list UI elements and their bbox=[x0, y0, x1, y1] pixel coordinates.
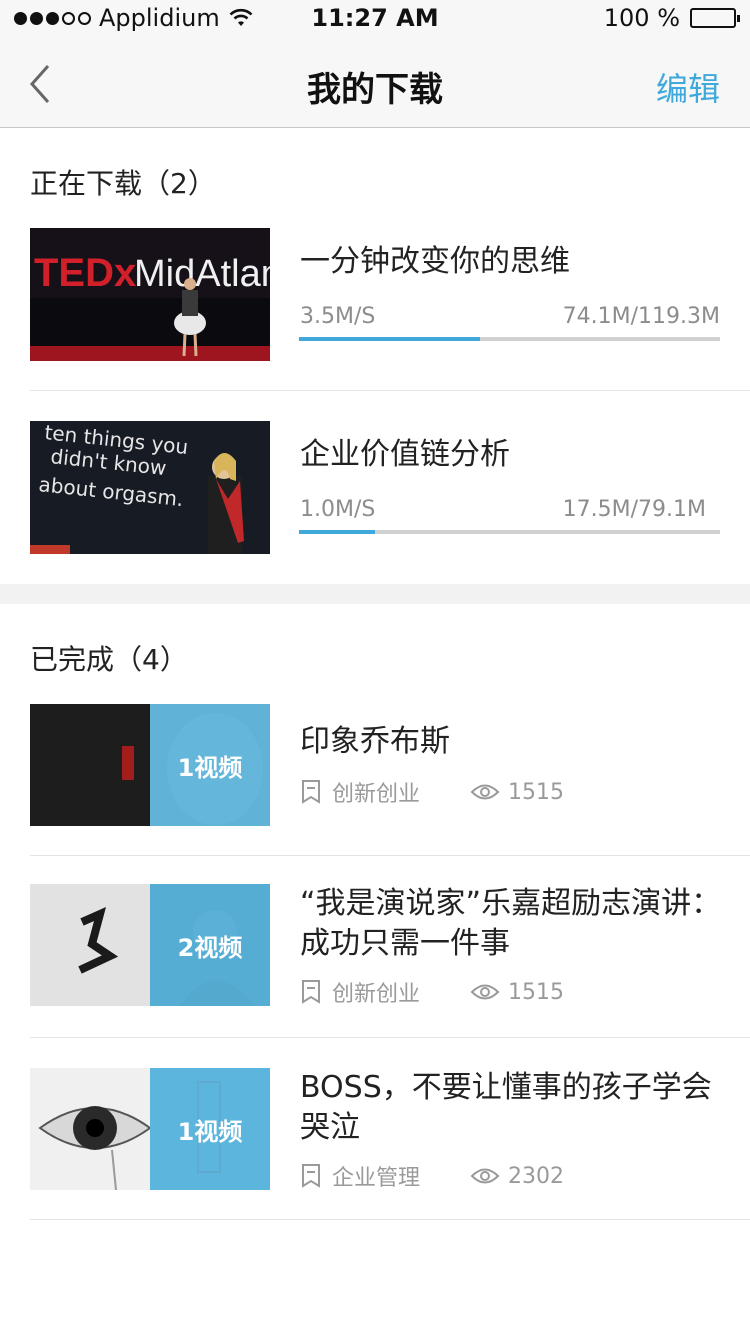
downloading-section-title: 正在下载（2） bbox=[30, 167, 216, 200]
status-right: 100 % bbox=[603, 4, 740, 32]
download-size: 74.1M/119.3M bbox=[562, 304, 720, 329]
course-meta: 创新创业 1515 bbox=[300, 976, 564, 1008]
section-separator bbox=[0, 584, 750, 604]
course-title: 印象乔布斯 bbox=[300, 724, 450, 759]
status-bar: Applidium 11:27 AM 100 % bbox=[0, 0, 750, 40]
divider bbox=[30, 390, 750, 391]
eye-icon bbox=[470, 784, 500, 800]
download-title: 企业价值链分析 bbox=[300, 437, 510, 472]
course-title: “我是演说家”乐嘉超励志演讲：成功只需一件事 bbox=[300, 886, 722, 961]
view-count-value: 1515 bbox=[508, 979, 565, 1005]
view-count-value: 2302 bbox=[508, 1163, 565, 1189]
completed-section-title: 已完成（4） bbox=[30, 643, 188, 676]
battery-percent: 100 % bbox=[603, 4, 680, 32]
divider bbox=[30, 855, 750, 856]
download-speed: 1.0M/S bbox=[300, 497, 376, 522]
bookmark-icon bbox=[302, 980, 320, 1004]
course-thumbnail: 1视频 bbox=[30, 704, 270, 826]
course-title: BOSS，不要让懂事的孩子学会哭泣 bbox=[300, 1070, 712, 1145]
course-category: 创新创业 bbox=[332, 982, 421, 1007]
video-count-badge: 2视频 bbox=[150, 884, 270, 1006]
divider bbox=[30, 1037, 750, 1038]
video-thumbnail: ten things you didn't know about orgasm. bbox=[30, 421, 270, 554]
bookmark-icon bbox=[302, 780, 320, 804]
bookmark-icon bbox=[302, 1164, 320, 1188]
video-count-badge: 1视频 bbox=[150, 1068, 270, 1190]
download-progress-bar bbox=[299, 337, 720, 341]
view-count: 1515 bbox=[470, 980, 564, 1005]
download-title: 一分钟改变你的思维 bbox=[300, 244, 570, 279]
course-thumbnail: 2视频 bbox=[30, 884, 270, 1006]
download-progress-fill bbox=[299, 530, 375, 534]
svg-text:MidAtlan: MidAtlan bbox=[134, 253, 270, 295]
page-title: 我的下载 bbox=[307, 70, 443, 110]
download-progress-fill bbox=[299, 337, 481, 341]
course-meta: 企业管理 2302 bbox=[300, 1160, 564, 1192]
view-count-value: 1515 bbox=[508, 779, 565, 805]
course-thumbnail: 1视频 bbox=[30, 1068, 270, 1190]
download-size: 17.5M/79.1M bbox=[562, 497, 706, 522]
battery-icon bbox=[690, 8, 740, 28]
eye-icon bbox=[470, 984, 500, 1000]
course-category: 创新创业 bbox=[332, 782, 421, 807]
course-category: 企业管理 bbox=[332, 1166, 421, 1191]
course-meta: 创新创业 1515 bbox=[300, 776, 564, 808]
view-count: 1515 bbox=[470, 780, 564, 805]
navigation-bar: 我的下载 编辑 bbox=[0, 40, 750, 128]
edit-button[interactable]: 编辑 bbox=[656, 64, 720, 110]
svg-text:TEDx: TEDx bbox=[34, 251, 136, 295]
video-thumbnail: TEDx MidAtlan bbox=[30, 228, 270, 361]
divider bbox=[30, 1219, 750, 1220]
view-count: 2302 bbox=[470, 1164, 564, 1189]
eye-icon bbox=[470, 1168, 500, 1184]
download-progress-bar bbox=[299, 530, 720, 534]
video-count-badge: 1视频 bbox=[150, 704, 270, 826]
download-speed: 3.5M/S bbox=[300, 304, 376, 329]
